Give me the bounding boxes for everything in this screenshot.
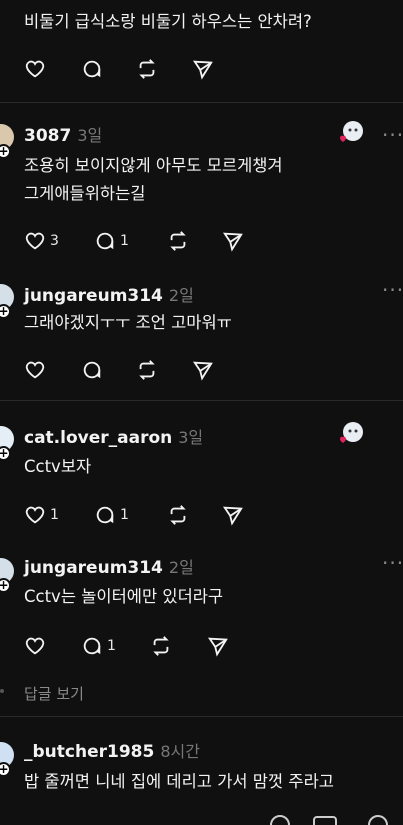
like-count: 1 [50, 507, 59, 523]
repost-icon [170, 231, 186, 251]
reply-count: 1 [120, 233, 129, 249]
username[interactable]: 3087 3일 [24, 122, 102, 146]
like-button[interactable]: 3 [24, 229, 59, 253]
username[interactable]: cat.lover_aaron 3일 [24, 424, 203, 448]
send-icon [222, 232, 243, 252]
comment-text: 조용히 보이지않게 아무도 모르게챙겨 [24, 156, 283, 175]
share-button[interactable] [192, 358, 214, 382]
comment-text: 그게애들위하는길 [24, 184, 146, 203]
comment-text: 밥 줄꺼면 니네 집에 데리고 가서 맘껏 주라고 [24, 772, 334, 791]
comment: 비둘기 급식소랑 비둘기 하우스는 안차려? [0, 0, 403, 95]
repost-icon [139, 59, 155, 79]
comment-icon [96, 232, 114, 250]
share-button[interactable] [222, 503, 244, 527]
reply-button[interactable]: 1 [81, 634, 116, 658]
reply-count: 1 [107, 638, 116, 654]
comment: + _butcher1985 8시간 밥 줄꺼면 니네 집에 데리고 가서 맘껏 … [0, 736, 403, 802]
comment-actions: 3 1 [24, 229, 304, 253]
username[interactable]: jungareum314 2일 [24, 554, 194, 578]
reply-button[interactable] [81, 57, 103, 81]
liked-by-author-sticker [338, 120, 364, 146]
heart-icon [25, 232, 45, 250]
heart-icon [25, 361, 45, 379]
reply-composer-bar[interactable] [0, 805, 403, 825]
timestamp: 3일 [77, 126, 103, 145]
username[interactable]: _butcher1985 8시간 [24, 738, 200, 762]
send-icon [222, 506, 243, 526]
follow-plus-icon[interactable]: + [0, 304, 11, 319]
heart-icon [25, 506, 45, 524]
username[interactable]: jungareum314 2일 [24, 282, 194, 306]
like-button[interactable] [24, 358, 46, 382]
like-button[interactable] [24, 634, 46, 658]
divider [0, 716, 403, 717]
thread-dot [0, 689, 4, 693]
comment-icon [83, 637, 101, 655]
follow-plus-icon[interactable]: + [0, 446, 11, 461]
repost-icon [153, 636, 169, 656]
send-icon [192, 361, 213, 381]
follow-plus-icon[interactable]: + [0, 144, 11, 159]
comment-icon [83, 361, 101, 379]
more-dots-icon[interactable]: ··· [382, 280, 403, 300]
repost-button[interactable] [136, 358, 158, 382]
send-icon [192, 60, 213, 80]
comment-icon [96, 506, 114, 524]
share-button[interactable] [222, 229, 244, 253]
divider [0, 102, 403, 103]
like-button[interactable]: 1 [24, 503, 59, 527]
like-count: 3 [50, 233, 59, 249]
comment-actions: 1 [24, 634, 304, 658]
more-dots-icon[interactable]: ··· [382, 553, 403, 573]
like-button[interactable] [24, 57, 46, 81]
comment: + jungareum314 2일 ··· 그래야겠지ㅜㅜ 조언 고마워ㅠ [0, 278, 403, 388]
comment-icon [83, 60, 101, 78]
view-replies-link[interactable]: 답글 보기 [24, 683, 84, 704]
comment: + 3087 3일 ··· 조용히 보이지않게 아무도 모르게챙겨 그게애들위하는… [0, 118, 403, 263]
reply-button[interactable] [81, 358, 103, 382]
comment-actions [24, 358, 304, 382]
repost-icon [170, 505, 186, 525]
reply-count: 1 [120, 507, 129, 523]
liked-by-author-sticker [338, 421, 364, 447]
comment-text: 그래야겠지ㅜㅜ 조언 고마워ㅠ [24, 313, 232, 332]
more-dots-icon[interactable]: ··· [382, 125, 403, 145]
timestamp: 8시간 [160, 742, 200, 761]
timestamp: 2일 [168, 286, 194, 305]
heart-icon [25, 60, 45, 78]
composer-icons [270, 815, 388, 825]
follow-plus-icon[interactable]: + [0, 578, 11, 593]
comment: + cat.lover_aaron 3일 Cctv보자 1 1 [0, 420, 403, 535]
reply-button[interactable]: 1 [94, 229, 129, 253]
comment-actions [24, 57, 304, 81]
repost-button[interactable] [136, 57, 158, 81]
share-button[interactable] [207, 634, 229, 658]
follow-plus-icon[interactable]: + [0, 762, 11, 777]
timestamp: 2일 [168, 558, 194, 577]
comment-actions: 1 1 [24, 503, 304, 527]
send-icon [207, 637, 228, 657]
repost-icon [139, 360, 155, 380]
divider [0, 400, 403, 401]
comment: + jungareum314 2일 ··· Cctv는 놀이터에만 있더라구 1 [0, 552, 403, 662]
share-button[interactable] [192, 57, 214, 81]
timestamp: 3일 [178, 428, 204, 447]
repost-button[interactable] [167, 503, 189, 527]
repost-button[interactable] [150, 634, 172, 658]
repost-button[interactable] [167, 229, 189, 253]
comment-text: Cctv는 놀이터에만 있더라구 [24, 587, 224, 606]
comment-text: 비둘기 급식소랑 비둘기 하우스는 안차려? [24, 12, 312, 31]
reply-button[interactable]: 1 [94, 503, 129, 527]
comment-text: Cctv보자 [24, 457, 92, 476]
heart-icon [25, 637, 45, 655]
